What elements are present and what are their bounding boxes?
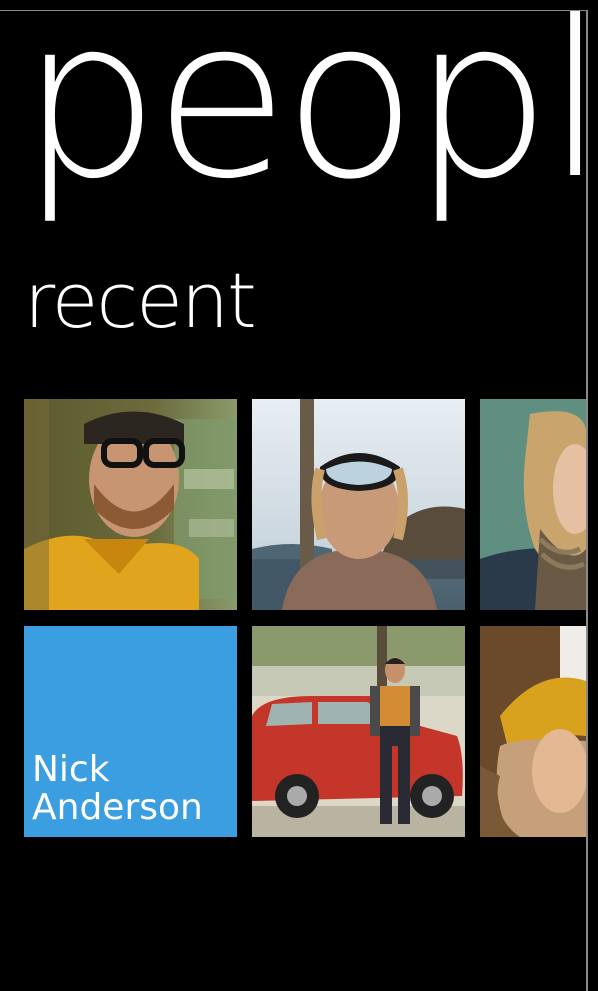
contact-tile-2[interactable] <box>252 399 465 610</box>
contact-photo-3 <box>480 399 586 610</box>
contact-last-name: Anderson <box>32 787 203 829</box>
section-title-recent[interactable]: recent <box>24 263 257 339</box>
contact-photo-5 <box>252 626 465 837</box>
people-hub: people recent <box>0 11 586 991</box>
contact-tile-nick-anderson[interactable]: Nick Anderson <box>24 626 237 837</box>
contact-tile-5[interactable] <box>252 626 465 837</box>
phone-screen-frame: people recent <box>0 0 598 991</box>
contact-tile-6[interactable] <box>480 626 586 837</box>
contact-photo-2 <box>252 399 465 610</box>
contact-photo-1 <box>24 399 237 610</box>
frame-right-border <box>586 10 588 991</box>
contact-tile-3[interactable] <box>480 399 586 610</box>
contact-photo-6 <box>480 626 586 837</box>
page-title: people <box>20 11 586 227</box>
contact-first-name: Nick <box>32 749 110 791</box>
contact-tile-1[interactable] <box>24 399 237 610</box>
contact-name-label: Nick Anderson <box>32 751 203 827</box>
